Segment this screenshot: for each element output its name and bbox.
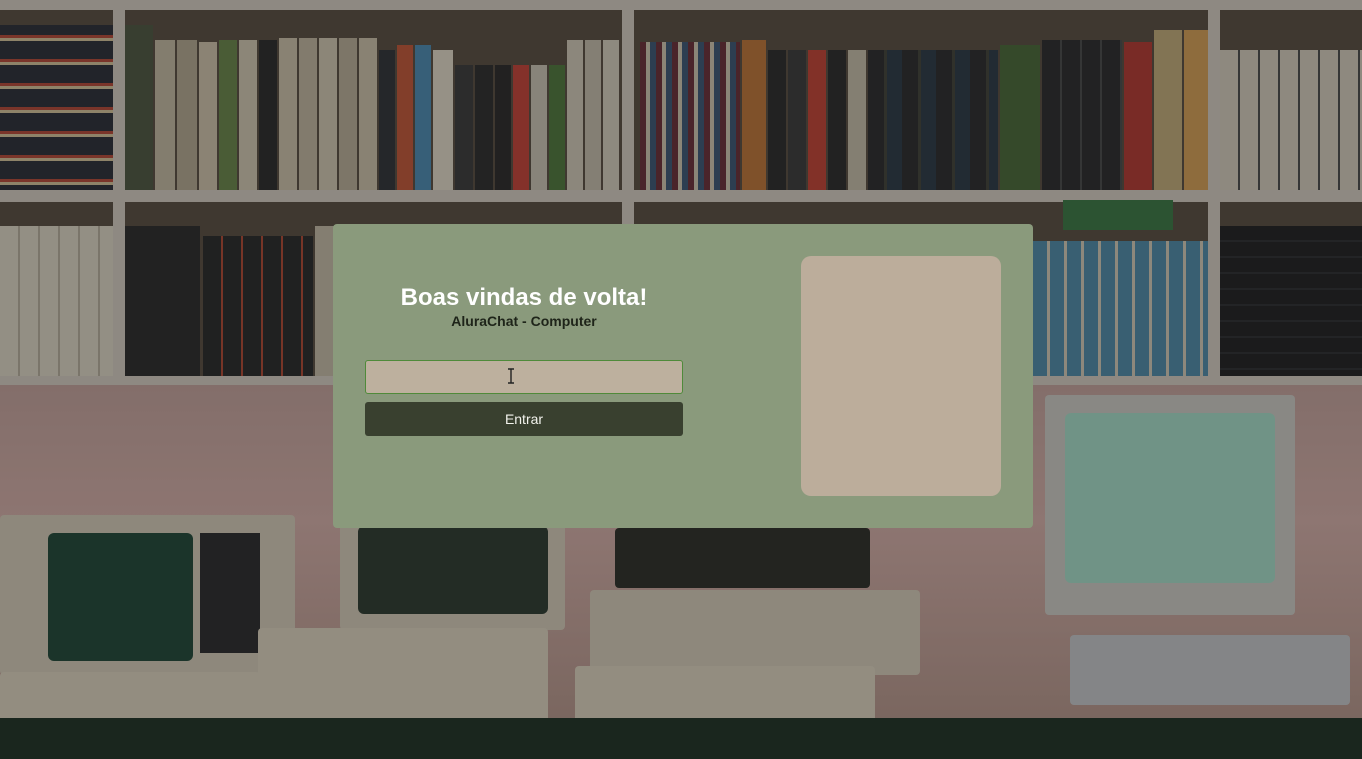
- app-subtitle: AluraChat - Computer: [451, 313, 597, 329]
- user-photo-frame: [801, 256, 1001, 496]
- username-input[interactable]: [365, 360, 683, 394]
- enter-button[interactable]: Entrar: [365, 402, 683, 436]
- login-card: Boas vindas de volta! AluraChat - Comput…: [333, 224, 1033, 528]
- welcome-title: Boas vindas de volta!: [400, 284, 648, 311]
